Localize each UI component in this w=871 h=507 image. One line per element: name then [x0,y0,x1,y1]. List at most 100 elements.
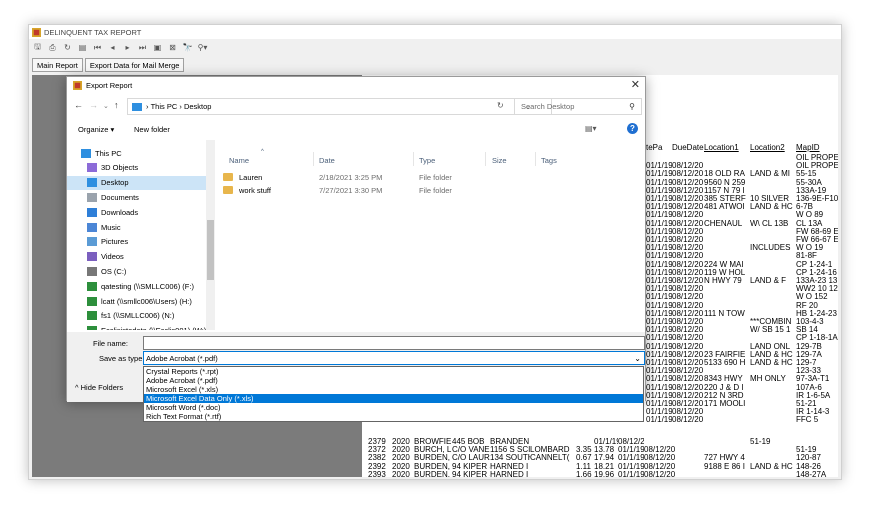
save-type-option[interactable]: Microsoft Excel (*.xls) [144,385,643,394]
report-cell: LAND & HC [750,461,793,471]
goto-page-icon[interactable]: ▣ [152,42,163,53]
file-name-label: File name: [93,339,129,348]
col-size[interactable]: Size [492,156,507,165]
report-toolbar: 🖫 ⎙ ↻ ▤ ⏮ ◂ ▸ ⏭ ▣ ⊠ 🔭 ⚲▾ [29,39,841,56]
export-dialog: Export Report ✕ ← → ⌄ ↑ › This PC › Desk… [66,76,646,402]
nav-item[interactable]: Documents [67,190,207,204]
up-arrow-icon[interactable]: ↑ [114,100,119,110]
col-date[interactable]: Date [319,156,335,165]
nav-item[interactable]: qatesting (\\SMLLC006) (F:) [67,279,207,293]
nav-item[interactable]: fs1 (\\SMLLC006) (N:) [67,309,207,323]
search-placeholder: Search Desktop [521,102,575,111]
print-icon[interactable]: ⎙ [47,42,58,53]
report-cell: 5133 690 H [704,358,746,367]
report-cell: 94 KIPER S [452,469,490,477]
new-folder-button[interactable]: New folder [134,125,170,134]
tab-main-report[interactable]: Main Report [32,58,83,72]
organize-button[interactable]: Organize ▾ [78,125,114,134]
col-divider [535,152,536,166]
nav-item[interactable]: Downloads [67,205,207,219]
export-icon[interactable]: 🖫 [32,42,43,53]
breadcrumb-this-pc[interactable]: This PC [151,102,178,111]
close-icon[interactable]: ✕ [631,78,640,91]
nav-item-label: Videos [101,252,124,262]
report-cell: 171 MOOLI [704,399,746,408]
last-page-icon[interactable]: ⏭ [137,42,148,53]
back-arrow-icon[interactable]: ← [74,100,83,110]
breadcrumb-desktop[interactable]: Desktop [184,102,212,111]
save-type-option[interactable]: Rich Text Format (*.rtf) [144,412,643,421]
save-type-option[interactable]: Microsoft Word (*.doc) [144,403,643,412]
first-page-icon[interactable]: ⏮ [92,42,103,53]
save-type-select[interactable]: Adobe Acrobat (*.pdf) ⌄ [143,351,645,365]
report-cell: 08/12/20 [644,469,676,477]
app-title: DELINQUENT TAX REPORT [44,27,142,37]
downloads-icon [87,207,97,217]
music-icon [87,222,97,232]
report-cell: W\ CL 13B [750,218,789,228]
address-bar[interactable]: › This PC › Desktop ⌄ [127,98,552,115]
find-icon[interactable]: 🔭 [182,42,193,53]
file-row[interactable]: work stuff 7/27/2021 3:30 PM File folder [219,184,639,197]
help-icon[interactable]: ? [627,123,638,134]
save-type-value: Adobe Acrobat (*.pdf) [146,353,218,363]
report-cell: CHENAUL [704,218,743,228]
nav-item[interactable]: 3D Objects [67,161,207,175]
nav-item[interactable]: Desktop [67,175,207,190]
view-options-icon[interactable]: ▤▾ [585,124,597,133]
recent-chevron-icon[interactable]: ⌄ [103,102,109,110]
report-cell: W/ SB 15 1 [750,325,791,335]
forward-arrow-icon[interactable]: → [89,100,98,110]
refresh-icon[interactable]: ↻ [62,42,73,53]
col-name[interactable]: Name [229,156,249,165]
report-cell: INCLUDES [750,243,791,253]
network-drive-icon [87,296,97,306]
chevron-down-icon: ⌄ [634,354,641,363]
nav-scrollbar[interactable] [206,140,215,330]
file-name-input[interactable] [143,336,645,350]
report-cell: 2393 [368,469,386,477]
report-header-cell: tePa [646,143,663,152]
save-type-option[interactable]: Crystal Reports (*.rpt) [144,367,643,376]
tab-export-data[interactable]: Export Data for Mail Merge [84,58,185,72]
save-type-label: Save as type: [99,354,145,363]
report-header-cell: DueDate [672,143,704,152]
nav-item[interactable]: Pictures [67,235,207,249]
hide-folders-button[interactable]: ^ Hide Folders [75,383,123,392]
nav-item-label: This PC [95,148,122,158]
report-cell: 481 ATWOI [704,202,745,212]
tree-icon[interactable]: ▤ [77,42,88,53]
documents-icon [87,192,97,202]
file-name: Lauren [239,173,263,182]
report-tabs: Main Report Export Data for Mail Merge [29,56,841,72]
refresh-icon[interactable]: ↻ [497,101,504,110]
network-drive-icon [87,326,97,330]
next-page-icon[interactable]: ▸ [122,42,133,53]
col-tags[interactable]: Tags [541,156,557,165]
app-icon [32,27,41,37]
prev-page-icon[interactable]: ◂ [107,42,118,53]
report-cell: 51-19 [750,437,771,446]
file-date: 7/27/2021 3:30 PM [319,186,383,195]
col-type[interactable]: Type [419,156,435,165]
close-view-icon[interactable]: ⊠ [167,42,178,53]
save-type-option[interactable]: Adobe Acrobat (*.pdf) [144,376,643,385]
report-cell: LAND & HC [750,358,793,367]
nav-item[interactable]: Music [67,220,207,234]
nav-item[interactable]: Videos [67,250,207,264]
nav-item[interactable]: lcatt (\\smllc006\Users) (H:) [67,294,207,308]
report-header-cell: MapID [796,143,820,152]
nav-item-label: qatesting (\\SMLLC006) (F:) [101,281,194,291]
nav-item[interactable]: This PC [67,146,207,160]
nav-item[interactable]: OS (C:) [67,264,207,278]
report-cell: LAND & HC [750,202,793,212]
scrollbar-thumb[interactable] [207,220,214,280]
chevron-up-icon: ^ [75,383,79,392]
nav-item[interactable]: Ecclisistedata (\\Ecclis001) (W:) [67,324,207,330]
zoom-icon[interactable]: ⚲▾ [197,42,208,53]
save-type-dropdown: Crystal Reports (*.rpt) Adobe Acrobat (*.… [143,366,644,422]
dialog-icon [73,80,82,90]
search-box[interactable]: Search Desktop ⚲ [514,98,642,115]
save-type-option[interactable]: Microsoft Excel Data Only (*.xls) [144,394,643,403]
file-row[interactable]: Lauren 2/18/2021 3:25 PM File folder [219,171,639,184]
